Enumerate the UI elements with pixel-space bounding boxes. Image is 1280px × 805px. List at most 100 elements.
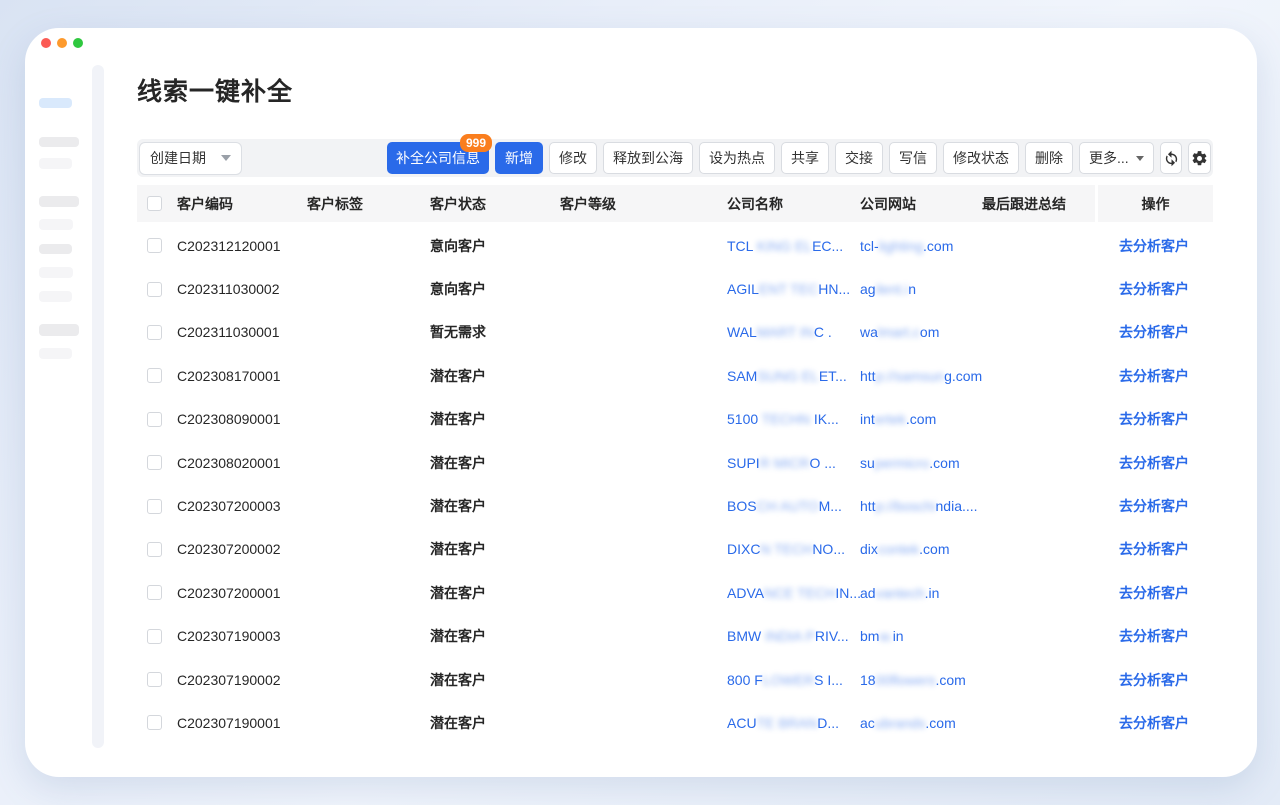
complete-company-info-button[interactable]: 补全公司信息 999 — [387, 142, 489, 174]
analyze-customer-link[interactable]: 去分析客户 — [1119, 238, 1189, 254]
company-name-link[interactable]: ACUTE BRAND... — [727, 715, 860, 731]
toolbar-button[interactable]: 共享 — [781, 142, 829, 174]
analyze-customer-link[interactable]: 去分析客户 — [1119, 411, 1189, 427]
row-checkbox[interactable] — [147, 499, 162, 514]
sync-button[interactable] — [1160, 142, 1183, 174]
sidebar-active-item-skeleton[interactable] — [39, 98, 72, 108]
row-checkbox[interactable] — [147, 325, 162, 340]
column-header-website[interactable]: 公司网站 — [860, 194, 982, 214]
table-row: C202311030001 暂无需求 WALMART INC . walmart… — [137, 311, 1213, 354]
toolbar-button[interactable]: 释放到公海 — [603, 142, 693, 174]
date-filter-dropdown[interactable]: 创建日期 — [139, 142, 242, 175]
row-checkbox[interactable] — [147, 368, 162, 383]
company-website-link[interactable]: dixcontek.com — [860, 541, 982, 557]
add-button[interactable]: 新增 — [495, 142, 543, 174]
company-website-link[interactable]: http://samsung.com — [860, 368, 982, 384]
company-website-link[interactable]: advantech.in — [860, 585, 982, 601]
analyze-customer-link[interactable]: 去分析客户 — [1119, 715, 1189, 731]
row-checkbox[interactable] — [147, 238, 162, 253]
company-website-link[interactable]: http://boschindia.... — [860, 498, 982, 514]
customer-status-cell: 潜在客户 — [430, 453, 560, 473]
company-name-link[interactable]: TCL KING ELEC... — [727, 238, 860, 254]
analyze-customer-link[interactable]: 去分析客户 — [1119, 628, 1189, 644]
table-row: C202308020001 潜在客户 SUPIR MICRO ... super… — [137, 441, 1213, 484]
row-checkbox[interactable] — [147, 412, 162, 427]
sidebar-skeleton-bar — [39, 219, 73, 230]
analyze-customer-link[interactable]: 去分析客户 — [1119, 541, 1189, 557]
app-window: 线索一键补全 创建日期 补全公司信息 999 新增 修改 — [25, 28, 1257, 777]
column-header-summary[interactable]: 最后跟进总结 — [982, 194, 1095, 214]
row-checkbox[interactable] — [147, 672, 162, 687]
column-header-code[interactable]: 客户编码 — [177, 194, 307, 214]
company-website-link[interactable]: intertek.com — [860, 411, 982, 427]
company-name-link[interactable]: SUPIR MICRO ... — [727, 455, 860, 471]
company-name-link[interactable]: BMW INDIA PRIV... — [727, 628, 860, 644]
column-header-level[interactable]: 客户等级 — [560, 194, 727, 214]
minimize-window-icon[interactable] — [57, 38, 67, 48]
company-website-link[interactable]: agilent.in — [860, 281, 982, 297]
toolbar-button[interactable]: 写信 — [889, 142, 937, 174]
settings-button[interactable] — [1188, 142, 1211, 174]
select-all-checkbox[interactable] — [147, 196, 162, 211]
window-controls — [41, 38, 83, 48]
company-name-redacted: MART IN — [757, 324, 814, 340]
company-name-redacted: TE BRAN — [757, 715, 818, 731]
row-checkbox[interactable] — [147, 282, 162, 297]
toolbar-button[interactable]: 设为热点 — [699, 142, 775, 174]
row-checkbox[interactable] — [147, 542, 162, 557]
column-header-company[interactable]: 公司名称 — [727, 194, 860, 214]
analyze-customer-link[interactable]: 去分析客户 — [1119, 324, 1189, 340]
analyze-customer-link[interactable]: 去分析客户 — [1119, 498, 1189, 514]
company-name-link[interactable]: 800 FLOWERS I... — [727, 672, 860, 688]
close-window-icon[interactable] — [41, 38, 51, 48]
company-website-link[interactable]: 1800flowers.com — [860, 672, 982, 688]
toolbar-button[interactable]: 修改状态 — [943, 142, 1019, 174]
table-row: C202307200003 潜在客户 BOSCH AUTOM... http:/… — [137, 484, 1213, 527]
company-website-link[interactable]: bmw.in — [860, 628, 982, 644]
website-visible: .com — [929, 455, 959, 471]
company-website-link[interactable]: supermicro.com — [860, 455, 982, 471]
company-name-visible: DIXC — [727, 541, 760, 557]
toolbar-button[interactable]: 修改 — [549, 142, 597, 174]
customer-status-cell: 潜在客户 — [430, 626, 560, 646]
customer-code-cell: C202308090001 — [177, 411, 307, 427]
zoom-window-icon[interactable] — [73, 38, 83, 48]
more-button[interactable]: 更多... — [1079, 142, 1154, 174]
website-redacted: 00flowers — [876, 672, 936, 688]
analyze-customer-link[interactable]: 去分析客户 — [1119, 368, 1189, 384]
analyze-customer-link[interactable]: 去分析客户 — [1119, 672, 1189, 688]
company-name-link[interactable]: BOSCH AUTOM... — [727, 498, 860, 514]
company-website-link[interactable]: tcl-lighting.com — [860, 238, 982, 254]
company-name-visible: AGIL — [727, 281, 759, 297]
row-checkbox[interactable] — [147, 629, 162, 644]
company-name-visible: C . — [814, 324, 832, 340]
company-name-redacted: N TECH — [760, 541, 812, 557]
company-website-link[interactable]: acubrands.com — [860, 715, 982, 731]
analyze-customer-link[interactable]: 去分析客户 — [1119, 281, 1189, 297]
toolbar-button-label: 写信 — [899, 148, 927, 168]
column-header-status[interactable]: 客户状态 — [430, 194, 560, 214]
table-row: C202311030002 意向客户 AGILENT TECHN... agil… — [137, 267, 1213, 310]
customer-code-cell: C202311030001 — [177, 324, 307, 340]
website-visible: .com — [936, 672, 966, 688]
company-name-visible: ET... — [819, 368, 847, 384]
toolbar-button[interactable]: 交接 — [835, 142, 883, 174]
toolbar-button[interactable]: 删除 — [1025, 142, 1073, 174]
analyze-customer-link[interactable]: 去分析客户 — [1119, 585, 1189, 601]
sidebar-divider-scroll-track[interactable] — [92, 65, 104, 748]
company-name-link[interactable]: SAMSUNG ELET... — [727, 368, 860, 384]
website-redacted: contek — [878, 541, 919, 557]
company-name-link[interactable]: ADVANCE TECHIN... — [727, 585, 860, 601]
column-header-tag[interactable]: 客户标签 — [307, 194, 430, 214]
company-name-redacted: ENT TEC — [759, 281, 818, 297]
table-row: C202307200001 潜在客户 ADVANCE TECHIN... adv… — [137, 571, 1213, 614]
company-name-link[interactable]: 5100 TECHN IK... — [727, 411, 860, 427]
row-checkbox[interactable] — [147, 585, 162, 600]
company-name-link[interactable]: DIXCN TECHNO... — [727, 541, 860, 557]
company-website-link[interactable]: walmart.com — [860, 324, 982, 340]
row-checkbox[interactable] — [147, 455, 162, 470]
company-name-link[interactable]: WALMART INC . — [727, 324, 860, 340]
analyze-customer-link[interactable]: 去分析客户 — [1119, 455, 1189, 471]
company-name-link[interactable]: AGILENT TECHN... — [727, 281, 860, 297]
row-checkbox[interactable] — [147, 715, 162, 730]
